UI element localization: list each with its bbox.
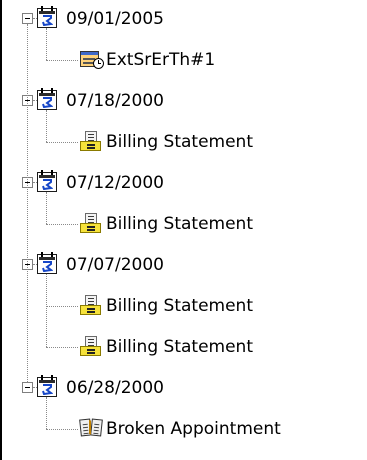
date-label: 07/07/2000 [66, 255, 164, 275]
tree-connector [46, 142, 78, 143]
date-label: 09/01/2005 [66, 9, 164, 29]
child-item[interactable]: Billing Statement [0, 211, 367, 237]
tree-connector [46, 306, 78, 307]
tree-connector [46, 397, 47, 429]
calendar-icon [37, 170, 57, 192]
date-node[interactable]: 06/28/2000 [0, 375, 367, 401]
billing-statement-icon [80, 131, 101, 151]
calendar-icon [37, 375, 57, 397]
date-label: 07/18/2000 [66, 91, 164, 111]
child-item[interactable]: Billing Statement [0, 129, 367, 155]
date-label: 06/28/2000 [66, 378, 164, 398]
date-node[interactable]: 07/18/2000 [0, 88, 367, 114]
tree-connector [46, 347, 78, 348]
billing-statement-icon [80, 336, 101, 356]
tree-connector [27, 24, 28, 382]
child-item-label: Billing Statement [106, 132, 253, 152]
tree-connector [46, 192, 47, 224]
calendar-icon [37, 6, 57, 28]
tree-connector [46, 274, 47, 347]
child-item[interactable]: ExtSrErTh#1 [0, 47, 367, 73]
server-event-icon [80, 49, 104, 69]
child-item-label: Billing Statement [106, 337, 253, 357]
child-item-label: Billing Statement [106, 214, 253, 234]
tree-connector [46, 28, 47, 60]
calendar-icon [37, 252, 57, 274]
tree-connector [46, 224, 78, 225]
child-item[interactable]: Broken Appointment [0, 416, 367, 442]
child-item-label: Billing Statement [106, 296, 253, 316]
date-node[interactable]: 07/07/2000 [0, 252, 367, 278]
tree-connector [46, 60, 78, 61]
broken-appointment-icon [79, 418, 104, 438]
calendar-icon [37, 88, 57, 110]
child-item-label: Broken Appointment [106, 419, 281, 439]
date-node[interactable]: 07/12/2000 [0, 170, 367, 196]
child-item-label: ExtSrErTh#1 [106, 50, 216, 70]
date-tree-view[interactable]: 09/01/2005 ExtSrErTh#1 07/18/2000 Billing S… [0, 0, 367, 460]
child-item[interactable]: Billing Statement [0, 334, 367, 360]
tree-connector [46, 110, 47, 142]
child-item[interactable]: Billing Statement [0, 293, 367, 319]
billing-statement-icon [80, 295, 101, 315]
tree-connector [46, 429, 78, 430]
collapse-minus-icon[interactable] [22, 13, 33, 24]
date-node[interactable]: 09/01/2005 [0, 6, 367, 32]
collapse-minus-icon[interactable] [22, 382, 33, 393]
date-label: 07/12/2000 [66, 173, 164, 193]
billing-statement-icon [80, 213, 101, 233]
